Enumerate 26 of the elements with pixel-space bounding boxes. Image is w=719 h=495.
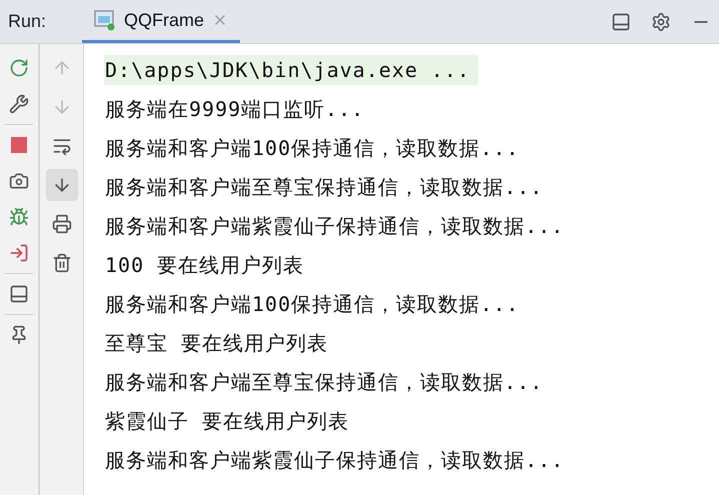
printer-icon xyxy=(52,214,72,234)
console-line: 服务端和客户端至尊宝保持通信，读取数据... xyxy=(104,368,544,396)
console-line: 100 要在线用户列表 xyxy=(104,252,306,278)
layout-icon xyxy=(9,284,29,304)
run-tab[interactable]: QQFrame xyxy=(82,0,240,43)
stop-icon xyxy=(11,137,27,153)
layout-icon[interactable] xyxy=(611,12,631,32)
console-line: 服务端在9999端口监听... xyxy=(104,96,366,122)
wrench-icon xyxy=(9,94,29,114)
console-line: 紫霞仙子 要在线用户列表 xyxy=(104,408,350,434)
console-line: 服务端和客户端100保持通信，读取数据... xyxy=(104,290,520,318)
camera-icon xyxy=(9,171,29,191)
console-line: 服务端和客户端100保持通信，读取数据... xyxy=(104,134,520,162)
trash-icon xyxy=(52,253,72,273)
scroll-end-button[interactable] xyxy=(46,169,78,201)
enter-icon xyxy=(9,243,29,263)
tab-title: QQFrame xyxy=(124,8,204,32)
console-line: 服务端和客户端紫霞仙子保持通信，读取数据... xyxy=(104,446,566,474)
console-line: 服务端和客户端至尊宝保持通信，读取数据... xyxy=(104,174,544,200)
run-label: Run: xyxy=(8,10,46,33)
window-icon xyxy=(94,9,116,31)
settings-icon[interactable] xyxy=(651,12,671,32)
rerun-icon xyxy=(9,58,29,78)
console-line: 服务端和客户端紫霞仙子保持通信，读取数据... xyxy=(104,212,566,240)
console-line: 至尊宝 要在线用户列表 xyxy=(104,330,330,356)
bug-icon xyxy=(9,207,29,227)
